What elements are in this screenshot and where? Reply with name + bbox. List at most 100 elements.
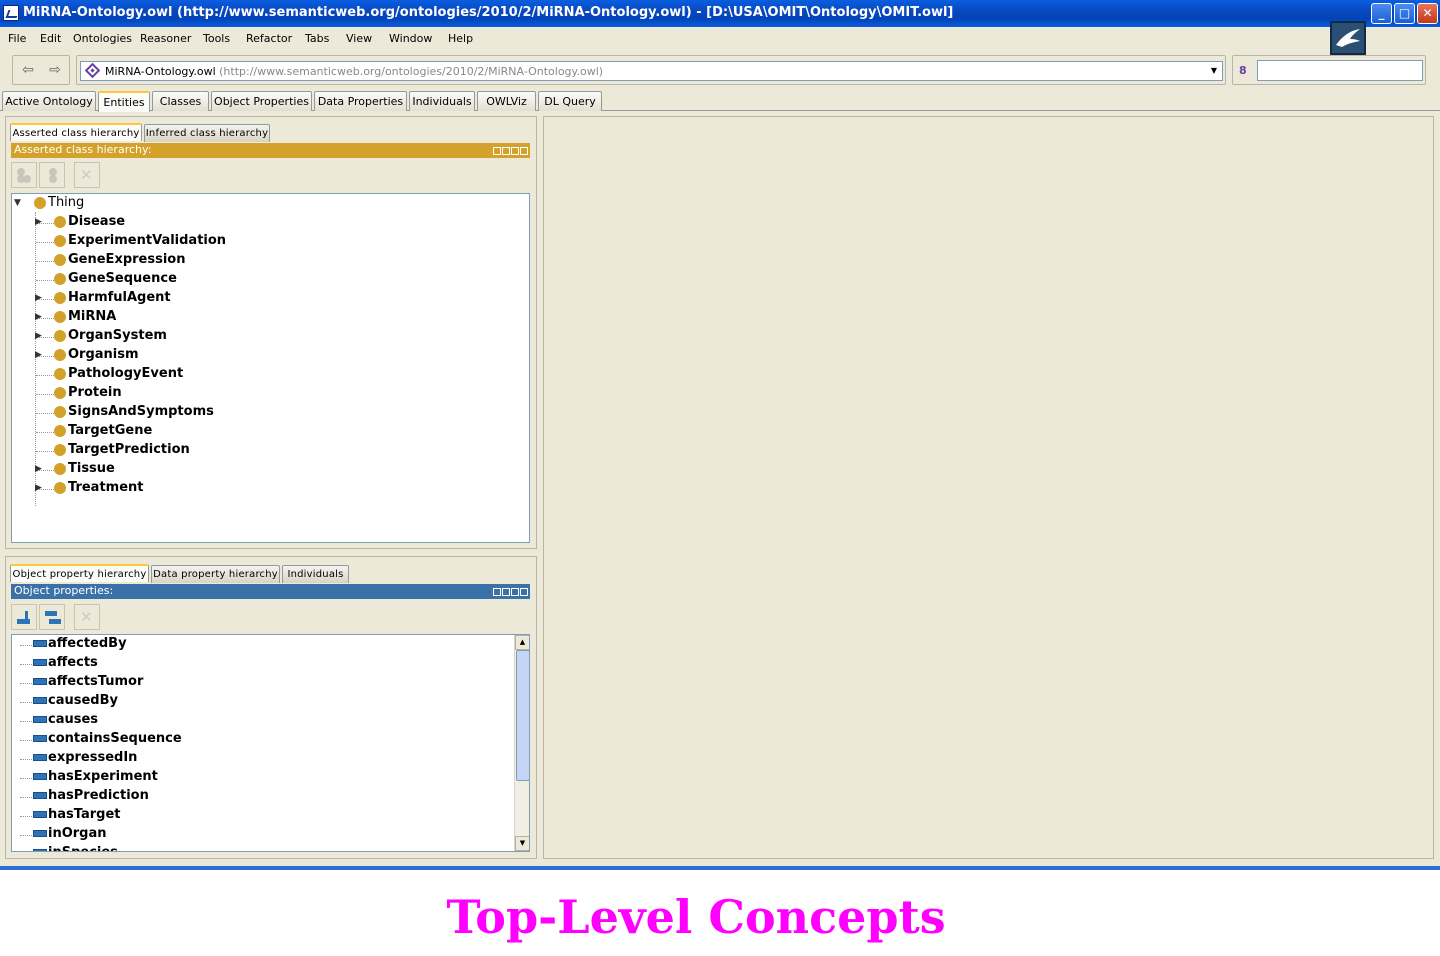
tab-individuals[interactable]: Individuals (409, 91, 475, 111)
class-label: GeneExpression (68, 252, 186, 267)
object-property-icon (33, 697, 47, 704)
expanded-triangle-icon[interactable]: ▼ (14, 198, 21, 208)
menu-view[interactable]: View (346, 32, 372, 45)
view-controls[interactable] (492, 586, 528, 596)
object-property-icon (33, 640, 47, 647)
forward-button[interactable]: ⇨ (44, 61, 66, 79)
tab-object-property-hierarchy[interactable]: Object property hierarchy (10, 564, 149, 582)
class-label: PathologyEvent (68, 366, 184, 381)
class-icon (34, 197, 46, 209)
add-subclass-button[interactable] (11, 162, 37, 188)
collapsed-triangle-icon[interactable]: ▶ (35, 312, 42, 322)
object-property-icon (33, 811, 47, 818)
class-icon (54, 235, 66, 247)
slide-caption: Top-Level Concepts (446, 890, 946, 944)
tab-data-property-hierarchy[interactable]: Data property hierarchy (151, 565, 280, 583)
maximize-button[interactable]: □ (1394, 3, 1415, 24)
property-label: affectedBy (48, 636, 127, 651)
tree-connector (20, 759, 34, 760)
collapsed-triangle-icon[interactable]: ▶ (35, 350, 42, 360)
tab-individuals-panel[interactable]: Individuals (282, 565, 349, 583)
collapsed-triangle-icon[interactable]: ▶ (35, 293, 42, 303)
class-icon (54, 482, 66, 494)
tab-object-properties[interactable]: Object Properties (211, 91, 312, 111)
menu-edit[interactable]: Edit (40, 32, 61, 45)
tree-connector (20, 721, 34, 722)
class-icon (54, 273, 66, 285)
tab-owlviz[interactable]: OWLViz (477, 91, 536, 111)
tree-connector (20, 664, 34, 665)
menu-help[interactable]: Help (448, 32, 473, 45)
class-icon (54, 425, 66, 437)
tab-inferred-class-hierarchy[interactable]: Inferred class hierarchy (144, 124, 270, 142)
class-icon (54, 387, 66, 399)
tree-connector (36, 432, 54, 433)
object-properties-header: Object properties: (11, 584, 530, 599)
scroll-down-icon[interactable]: ▼ (515, 836, 529, 851)
menu-tabs[interactable]: Tabs (305, 32, 329, 45)
object-property-icon (33, 792, 47, 799)
menu-file[interactable]: File (8, 32, 26, 45)
object-property-icon (33, 754, 47, 761)
tree-connector (36, 242, 54, 243)
menu-reasoner[interactable]: Reasoner (140, 32, 191, 45)
class-label: MiRNA (68, 309, 117, 324)
tab-data-properties[interactable]: Data Properties (314, 91, 407, 111)
window-title: MiRNA-Ontology.owl (http://www.semanticw… (23, 5, 954, 20)
tree-connector (20, 740, 34, 741)
ontology-selector-group: MiRNA-Ontology.owl (http://www.semanticw… (76, 55, 1226, 85)
entity-detail-panel (543, 116, 1434, 859)
tab-active-ontology[interactable]: Active Ontology (2, 91, 96, 111)
property-hierarchy-panel: Object property hierarchy Data property … (5, 556, 537, 859)
class-tree: ▼ Thing ▶ Disease ExperimentValidation Gene… (11, 193, 530, 543)
object-properties-title: Object properties: (14, 584, 114, 597)
tab-entities[interactable]: Entities (98, 91, 150, 112)
object-property-icon (33, 849, 47, 851)
view-controls[interactable] (492, 145, 528, 155)
add-sub-property-button[interactable] (11, 604, 37, 630)
add-sibling-property-button[interactable] (39, 604, 65, 630)
chevron-down-icon[interactable]: ▼ (1206, 62, 1222, 80)
menu-refactor[interactable]: Refactor (246, 32, 292, 45)
close-button[interactable]: ✕ (1417, 3, 1438, 24)
delete-icon: ✕ (80, 608, 93, 626)
menu-tools[interactable]: Tools (203, 32, 230, 45)
property-scrollbar[interactable]: ▲ ▼ (514, 635, 529, 851)
scroll-up-icon[interactable]: ▲ (515, 635, 529, 650)
class-icon (54, 292, 66, 304)
tree-connector (20, 835, 34, 836)
tab-asserted-class-hierarchy[interactable]: Asserted class hierarchy (10, 123, 142, 141)
search-input[interactable] (1257, 60, 1423, 81)
active-ontology-combo[interactable]: MiRNA-Ontology.owl (http://www.semanticw… (80, 61, 1223, 81)
class-hierarchy-title: Asserted class hierarchy: (14, 143, 152, 156)
minimize-button[interactable]: _ (1371, 3, 1392, 24)
property-label: hasTarget (48, 807, 121, 822)
collapsed-triangle-icon[interactable]: ▶ (35, 464, 42, 474)
class-label: TargetGene (68, 423, 153, 438)
workspace-tabs: Active Ontology Entities Classes Object … (0, 91, 1440, 112)
back-button[interactable]: ⇦ (17, 61, 39, 79)
protege-logo-icon (1330, 21, 1366, 55)
property-label: containsSequence (48, 731, 182, 746)
add-sibling-class-button[interactable] (39, 162, 65, 188)
delete-class-button[interactable]: ✕ (74, 162, 100, 188)
collapsed-triangle-icon[interactable]: ▶ (35, 217, 42, 227)
property-label: inOrgan (48, 826, 107, 841)
toolbar: ⇦ ⇨ MiRNA-Ontology.owl (http://www.seman… (0, 52, 1440, 88)
class-label: TargetPrediction (68, 442, 190, 457)
object-property-icon (33, 773, 47, 780)
menu-window[interactable]: Window (389, 32, 432, 45)
ontology-icon (84, 62, 101, 79)
delete-property-button[interactable]: ✕ (74, 604, 100, 630)
tab-dl-query[interactable]: DL Query (538, 91, 602, 111)
protege-window: MiRNA-Ontology.owl (http://www.semanticw… (0, 0, 1440, 866)
menu-ontologies[interactable]: Ontologies (73, 32, 132, 45)
collapsed-triangle-icon[interactable]: ▶ (35, 483, 42, 493)
scrollbar-thumb[interactable] (516, 650, 529, 781)
class-label: OrganSystem (68, 328, 167, 343)
collapsed-triangle-icon[interactable]: ▶ (35, 331, 42, 341)
object-property-tree: affectedBy affects affectsTumor causedBy cau… (11, 634, 530, 852)
tree-connector (20, 702, 34, 703)
tab-classes[interactable]: Classes (152, 91, 209, 111)
tree-connector (36, 394, 54, 395)
